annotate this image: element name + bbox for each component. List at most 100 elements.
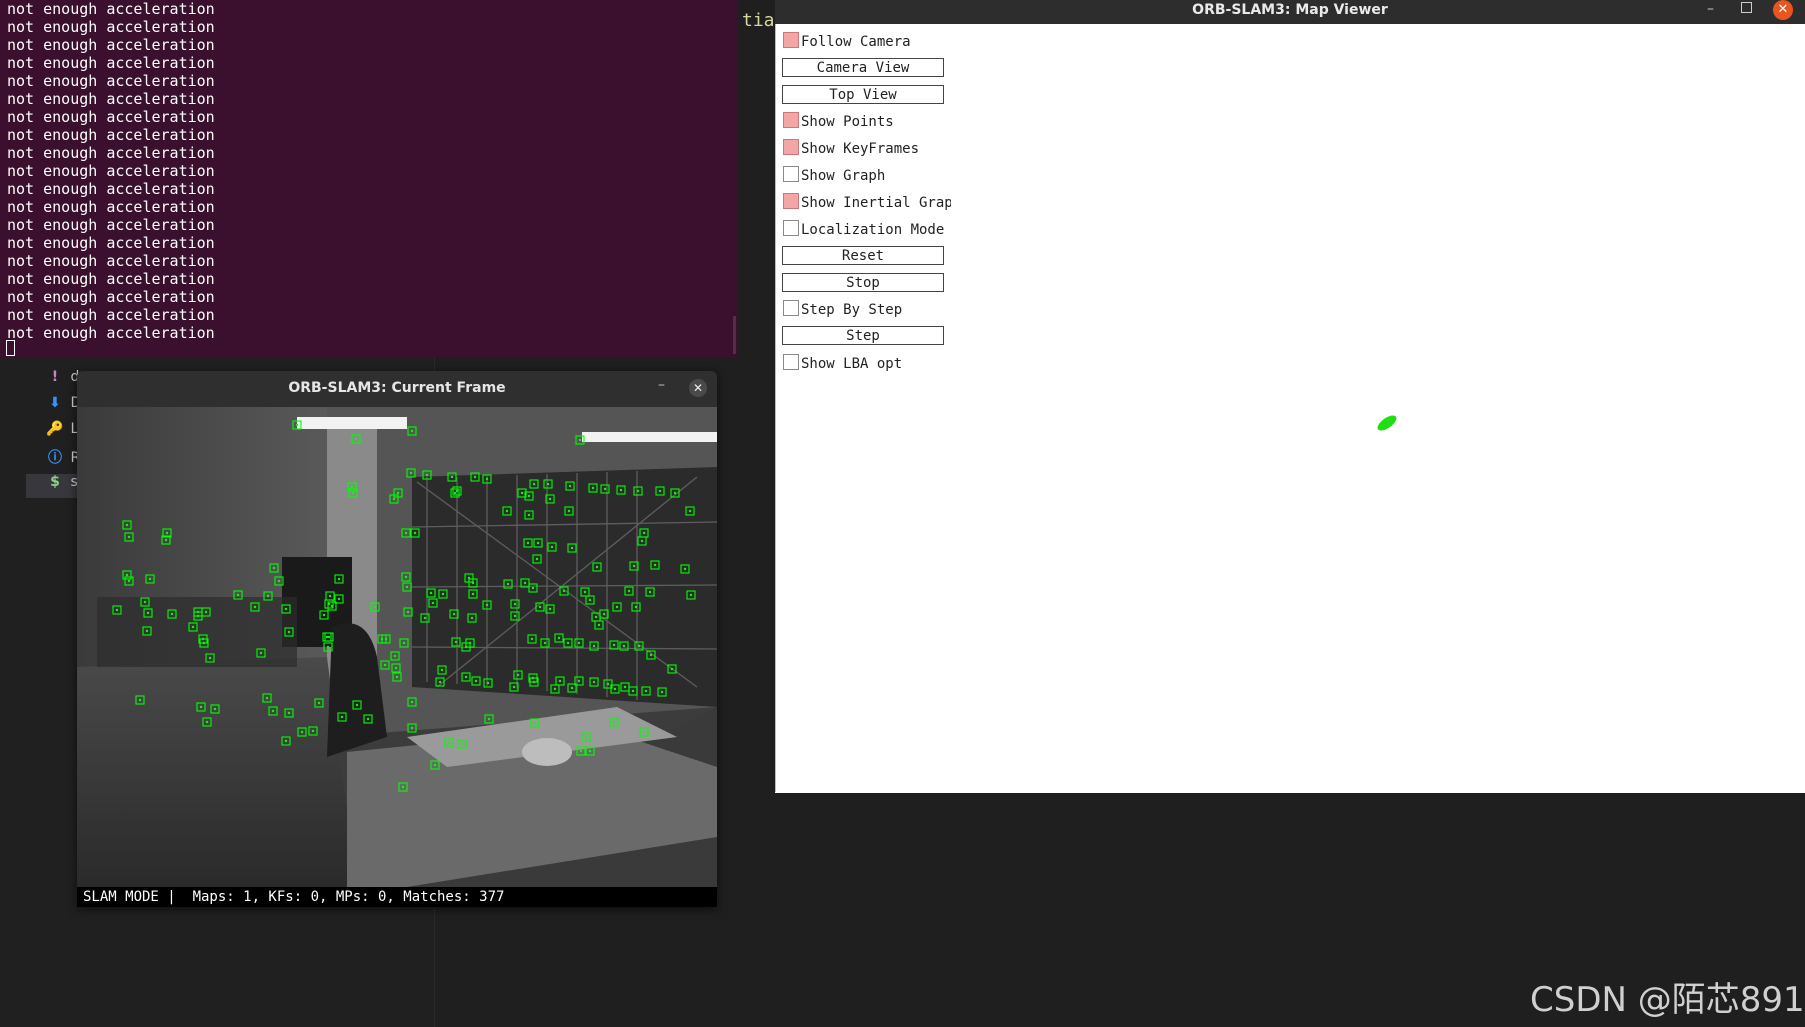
orb-feature-point bbox=[413, 531, 417, 535]
current-frame-titlebar[interactable]: ORB-SLAM3: Current Frame – ✕ bbox=[77, 371, 717, 407]
orb-feature-point bbox=[520, 491, 524, 495]
terminal[interactable]: not enough acceleration not enough accele… bbox=[0, 0, 738, 358]
terminal-scrollbar[interactable] bbox=[733, 316, 736, 354]
checkbox-box[interactable] bbox=[783, 300, 799, 316]
orb-feature-point bbox=[452, 612, 456, 616]
explorer-item[interactable]: $ sl bbox=[44, 474, 82, 496]
orb-feature-point bbox=[460, 742, 464, 746]
orb-feature-point bbox=[473, 475, 477, 479]
orb-feature-point bbox=[597, 623, 601, 627]
orb-feature-point bbox=[513, 614, 517, 618]
camera-view-button[interactable]: Camera View bbox=[782, 58, 944, 77]
orb-feature-point bbox=[642, 730, 646, 734]
orb-feature-point bbox=[474, 679, 478, 683]
camera-frame-image bbox=[77, 407, 717, 887]
checkbox-show-lba-opt[interactable]: Show LBA opt bbox=[783, 354, 902, 372]
checkbox-show-points[interactable]: Show Points bbox=[783, 112, 894, 130]
terminal-line: not enough acceleration bbox=[7, 108, 215, 126]
checkbox-box[interactable] bbox=[783, 112, 799, 128]
orb-feature-point bbox=[550, 545, 554, 549]
orb-feature-point bbox=[636, 489, 640, 493]
terminal-line: not enough acceleration bbox=[7, 288, 215, 306]
orb-feature-point bbox=[557, 636, 561, 640]
checkbox-show-inertial-graph[interactable]: Show Inertial Graph bbox=[783, 193, 961, 211]
current-frame-title: ORB-SLAM3: Current Frame bbox=[288, 380, 506, 396]
checkbox-box[interactable] bbox=[783, 220, 799, 236]
orb-feature-point bbox=[602, 612, 606, 616]
minimize-icon[interactable]: – bbox=[1707, 1, 1714, 17]
orb-feature-point bbox=[410, 726, 414, 730]
orb-feature-point bbox=[423, 616, 427, 620]
orb-feature-point bbox=[373, 605, 377, 609]
orb-feature-point bbox=[125, 573, 129, 577]
terminal-line: not enough acceleration bbox=[7, 324, 215, 342]
terminal-line: not enough acceleration bbox=[7, 126, 215, 144]
orb-feature-point bbox=[295, 423, 299, 427]
orb-feature-point bbox=[548, 607, 552, 611]
top-view-button[interactable]: Top View bbox=[782, 85, 944, 104]
current-frame-window[interactable]: ORB-SLAM3: Current Frame – ✕ SLAM MODE |… bbox=[77, 371, 717, 907]
checkbox-show-keyframes[interactable]: Show KeyFrames bbox=[783, 139, 919, 157]
checkbox-box[interactable] bbox=[783, 139, 799, 155]
close-icon[interactable]: ✕ bbox=[689, 379, 707, 397]
terminal-line: not enough acceleration bbox=[7, 306, 215, 324]
checkbox-box[interactable] bbox=[783, 32, 799, 48]
orb-feature-point bbox=[311, 729, 315, 733]
info-icon: ⓘ bbox=[48, 450, 62, 466]
orb-feature-point bbox=[619, 488, 623, 492]
orb-feature-point bbox=[284, 739, 288, 743]
orb-feature-point bbox=[392, 497, 396, 501]
orb-feature-point bbox=[440, 668, 444, 672]
orb-feature-point bbox=[570, 546, 574, 550]
orb-feature-point bbox=[328, 594, 332, 598]
orb-feature-point bbox=[317, 701, 321, 705]
close-icon[interactable]: ✕ bbox=[1773, 0, 1793, 20]
orb-feature-point bbox=[660, 690, 664, 694]
checkbox-label: Localization Mode bbox=[801, 222, 945, 238]
checkbox-box[interactable] bbox=[783, 193, 799, 209]
orb-feature-point bbox=[143, 600, 147, 604]
orb-feature-point bbox=[578, 438, 582, 442]
explorer-item[interactable]: ! d bbox=[44, 369, 80, 391]
orb-feature-point bbox=[287, 711, 291, 715]
orb-feature-point bbox=[471, 581, 475, 585]
orb-feature-point bbox=[165, 531, 169, 535]
orb-feature-point bbox=[683, 567, 687, 571]
orb-feature-point bbox=[538, 605, 542, 609]
orb-feature-point bbox=[454, 640, 458, 644]
map-canvas[interactable] bbox=[951, 24, 1805, 792]
orb-feature-point bbox=[287, 630, 291, 634]
orb-feature-point bbox=[127, 579, 131, 583]
minimize-icon[interactable]: – bbox=[658, 377, 665, 393]
explorer-item[interactable]: ⬇ D bbox=[44, 395, 81, 417]
checkbox-follow-camera[interactable]: Follow Camera bbox=[783, 32, 911, 50]
stop-button[interactable]: Stop bbox=[782, 273, 944, 292]
explorer-item[interactable]: ⓘ R bbox=[44, 447, 80, 469]
reset-button[interactable]: Reset bbox=[782, 246, 944, 265]
orb-feature-point bbox=[688, 509, 692, 513]
checkbox-box[interactable] bbox=[783, 354, 799, 370]
orb-feature-point bbox=[485, 477, 489, 481]
orb-feature-point bbox=[527, 494, 531, 498]
maximize-icon[interactable] bbox=[1741, 2, 1752, 13]
orb-feature-point bbox=[322, 613, 326, 617]
orb-feature-point bbox=[670, 667, 674, 671]
terminal-line: not enough acceleration bbox=[7, 54, 215, 72]
camera-frame-scene bbox=[77, 407, 717, 887]
checkbox-step-by-step[interactable]: Step By Step bbox=[783, 300, 902, 318]
map-viewer-title: ORB-SLAM3: Map Viewer bbox=[1192, 2, 1388, 18]
orb-feature-point bbox=[127, 535, 131, 539]
orb-feature-point bbox=[558, 679, 562, 683]
orb-feature-point bbox=[568, 484, 572, 488]
map-viewer-titlebar[interactable]: ORB-SLAM3: Map Viewer – ✕ bbox=[775, 0, 1805, 24]
checkbox-show-graph[interactable]: Show Graph bbox=[783, 166, 885, 184]
orb-feature-point bbox=[259, 651, 263, 655]
checkbox-box[interactable] bbox=[783, 166, 799, 182]
checkbox-label: Show Inertial Graph bbox=[801, 195, 962, 211]
orb-feature-point bbox=[236, 593, 240, 597]
checkbox-localization-mode[interactable]: Localization Mode bbox=[783, 220, 944, 238]
terminal-line: not enough acceleration bbox=[7, 216, 215, 234]
orb-feature-point bbox=[383, 663, 387, 667]
step-button[interactable]: Step bbox=[782, 326, 944, 345]
map-viewer-window[interactable]: ORB-SLAM3: Map Viewer – ✕ Follow Camera C… bbox=[775, 0, 1805, 793]
